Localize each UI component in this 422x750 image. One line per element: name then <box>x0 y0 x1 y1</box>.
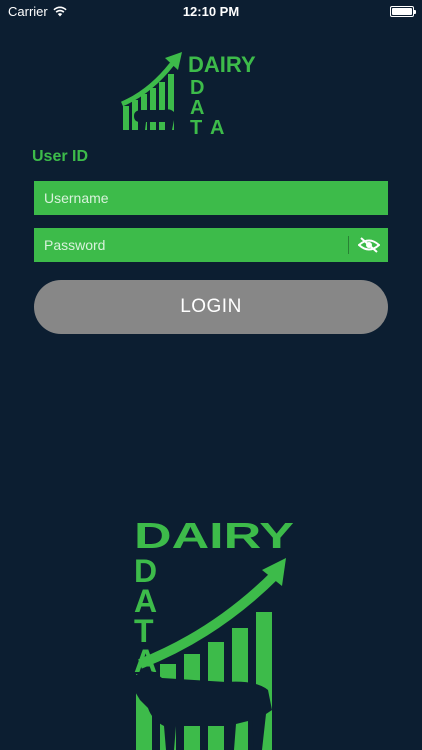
toggle-password-button[interactable] <box>349 228 388 262</box>
status-bar: Carrier 12:10 PM <box>0 0 422 22</box>
eye-slash-icon <box>357 237 380 253</box>
logo-letter-t: T <box>190 117 202 134</box>
status-left: Carrier <box>8 4 67 19</box>
username-input[interactable] <box>34 181 388 215</box>
password-input[interactable] <box>34 228 349 262</box>
battery-icon <box>390 5 416 17</box>
password-field[interactable] <box>34 228 388 262</box>
user-id-label: User ID <box>32 148 89 165</box>
logo-letter-a: A <box>190 97 204 119</box>
username-field[interactable] <box>34 181 388 215</box>
login-button[interactable]: LOGIN <box>34 280 388 334</box>
logo-letter-d: D <box>190 77 204 99</box>
logo-word-dairy: DAIRY <box>188 52 256 77</box>
password-divider <box>348 236 350 254</box>
logo-letter-a2: A <box>210 117 224 134</box>
logo-large-word-dairy: DAIRY <box>134 515 294 556</box>
dairy-data-logo-large: DAIRY D A T A <box>134 515 294 750</box>
dairy-data-logo: DAIRY D A T A <box>120 52 256 134</box>
carrier-label: Carrier <box>8 3 48 19</box>
wifi-icon <box>53 5 67 16</box>
